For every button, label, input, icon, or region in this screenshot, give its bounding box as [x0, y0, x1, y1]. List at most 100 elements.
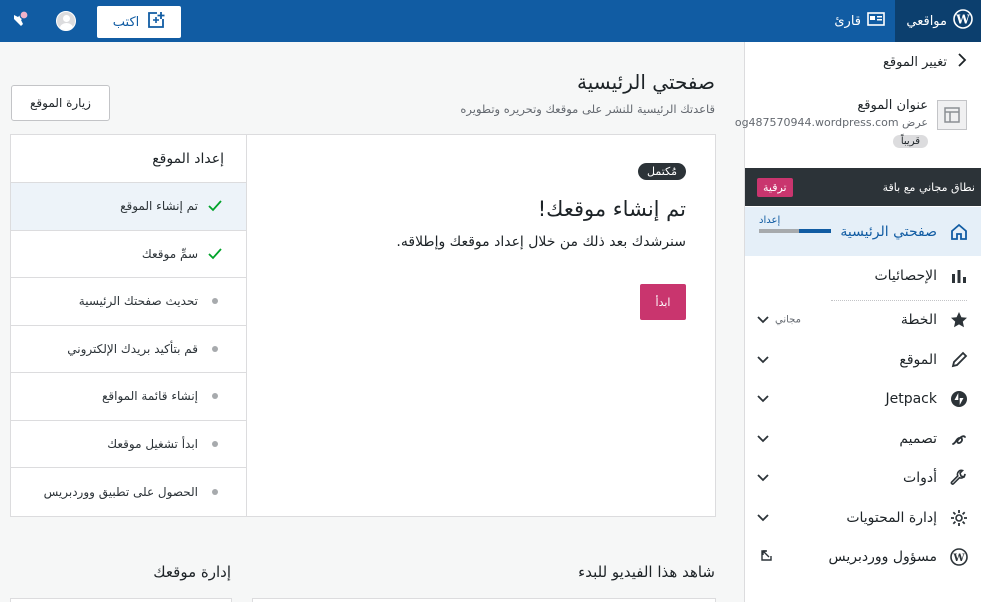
sidebar-item-site[interactable]: الموقع [745, 340, 981, 380]
chevron-down-icon [757, 470, 769, 486]
plan-banner[interactable]: نطاق مجاني مع باقة ترقية [745, 168, 981, 206]
bullet-icon [208, 345, 222, 352]
checklist-item-label: قم بتأكيد بريدك الإلكتروني [67, 341, 198, 356]
checklist-item-label: ابدأ تشغيل موقعك [107, 436, 198, 451]
home-icon [949, 222, 969, 242]
checklist-item[interactable]: ابدأ تشغيل موقعك [11, 421, 246, 468]
sidebar-item-manage[interactable]: إدارة المحتويات [745, 498, 981, 538]
wordpress-icon: W [949, 547, 969, 567]
stats-icon [949, 266, 969, 286]
sidebar-item-label: إدارة المحتويات [846, 509, 937, 526]
my-sites-label: مواقعي [906, 13, 947, 29]
sidebar-item-label: مسؤول ووردبريس [828, 549, 938, 566]
sidebar-item-my-home[interactable]: صفحتي الرئيسية إعداد [745, 207, 981, 256]
svg-text:W: W [955, 13, 970, 27]
sidebar-item-label: الإحصائيات [874, 267, 937, 284]
setup-progress-label: إعداد [759, 215, 781, 226]
pencil-icon [949, 350, 969, 370]
svg-text:W: W [952, 553, 965, 564]
setup-checklist: إعداد الموقع تم إنشاء الموقع سمِّ موقعك تح… [11, 135, 247, 516]
task-description: سنرشدك بعد ذلك من خلال إعداد موقعك وإطلا… [396, 234, 686, 250]
chevron-right-icon [957, 53, 967, 71]
gear-icon [949, 508, 969, 528]
bullet-icon [208, 440, 222, 447]
star-icon [949, 310, 969, 330]
reader-button[interactable]: قارئ [834, 0, 885, 42]
sidebar: تغيير الموقع عنوان الموقع عرض og48757094… [735, 42, 981, 602]
status-badge: قريباً [892, 135, 928, 148]
checklist-item-label: تم إنشاء الموقع [120, 199, 198, 214]
write-button[interactable]: اكتب [97, 6, 181, 38]
sidebar-item-jetpack[interactable]: Jetpack [745, 380, 981, 420]
plan-free-label: مجاني [775, 314, 801, 326]
checklist-item[interactable]: قم بتأكيد بريدك الإلكتروني [11, 326, 246, 373]
wordpress-logo-icon: W [953, 9, 973, 33]
page-title: صفحتي الرئيسية [577, 70, 715, 94]
write-label: اكتب [112, 14, 140, 30]
notifications-icon[interactable] [8, 10, 30, 32]
sidebar-item-stats[interactable]: الإحصائيات [745, 256, 981, 296]
sidebar-item-label: صفحتي الرئيسية [840, 223, 937, 240]
video-card [252, 598, 716, 602]
switch-site-button[interactable]: تغيير الموقع [745, 42, 981, 82]
setup-progress-fill [798, 229, 831, 233]
checkmark-icon [208, 248, 222, 260]
site-icon [937, 100, 967, 130]
sidebar-item-label: أدوات [903, 470, 937, 487]
new-post-icon [147, 11, 165, 33]
bullet-icon [208, 488, 222, 495]
task-card: مُكتمل تم إنشاء موقعك! سنرشدك بعد ذلك من… [247, 135, 715, 516]
upgrade-button[interactable]: ترقية [757, 177, 793, 197]
sidebar-item-label: Jetpack [885, 391, 937, 408]
checklist-item-label: إنشاء قائمة المواقع [102, 389, 198, 404]
chevron-down-icon [757, 312, 769, 328]
manage-card [10, 598, 232, 602]
jetpack-icon [949, 389, 969, 409]
my-sites-button[interactable]: مواقعي W [895, 0, 981, 42]
checklist-item[interactable]: تم إنشاء الموقع [11, 183, 246, 231]
site-url[interactable]: عرض og487570944.wordpress.com [735, 116, 928, 129]
chevron-down-icon [757, 391, 769, 407]
checklist-item[interactable]: إنشاء قائمة المواقع [11, 373, 246, 421]
top-bar: مواقعي W قارئ اكتب [0, 0, 981, 42]
site-title: عنوان الموقع [857, 98, 928, 113]
video-section-title: شاهد هذا الفيديو للبدء [578, 563, 715, 581]
status-badge: مُكتمل [638, 163, 686, 180]
plan-banner-text: نطاق مجاني مع باقة [882, 180, 975, 194]
reader-icon [867, 12, 885, 30]
chevron-down-icon [757, 352, 769, 368]
sidebar-item-tools[interactable]: أدوات [745, 459, 981, 499]
checklist-item-label: تحديث صفحتك الرئيسية [78, 294, 198, 309]
sidebar-item-design[interactable]: تصميم [745, 419, 981, 459]
page-subtitle: قاعدتك الرئيسية للنشر على موقعك وتحريره … [460, 102, 715, 116]
sidebar-item-wp-admin[interactable]: W مسؤول ووردبريس [745, 538, 981, 578]
switch-site-label: تغيير الموقع [883, 54, 947, 70]
reader-label: قارئ [834, 13, 861, 29]
checklist-item-label: سمِّ موقعك [141, 246, 198, 261]
checkmark-icon [208, 200, 222, 212]
sidebar-item-label: تصميم [899, 430, 937, 447]
checklist-item[interactable]: سمِّ موقعك [11, 231, 246, 278]
chevron-down-icon [757, 431, 769, 447]
task-title: تم إنشاء موقعك! [537, 197, 686, 221]
chevron-down-icon [757, 510, 769, 526]
setup-progress-track [759, 229, 831, 233]
checklist-item[interactable]: تحديث صفحتك الرئيسية [11, 278, 246, 326]
bullet-icon [208, 298, 222, 305]
setup-progress: إعداد [759, 215, 831, 233]
visit-site-button[interactable]: زيارة الموقع [11, 85, 110, 121]
start-button[interactable]: ابدأ [640, 284, 686, 320]
checklist-item[interactable]: الحصول على تطبيق ووردبريس [11, 468, 246, 516]
site-card[interactable]: عنوان الموقع عرض og487570944.wordpress.c… [735, 82, 981, 168]
checklist-item-label: الحصول على تطبيق ووردبريس [43, 484, 198, 499]
bullet-icon [208, 393, 222, 400]
site-setup-panel: إعداد الموقع تم إنشاء الموقع سمِّ موقعك تح… [10, 134, 716, 517]
checklist-title: إعداد الموقع [11, 135, 246, 183]
sidebar-nav: صفحتي الرئيسية إعداد الإحصائيات الخطة مج… [745, 207, 981, 577]
sidebar-item-plan[interactable]: الخطة مجاني [745, 301, 981, 341]
manage-section-title: إدارة موقعك [153, 563, 231, 581]
sidebar-item-label: الموقع [899, 351, 937, 368]
sidebar-item-label: الخطة [900, 312, 937, 329]
avatar[interactable] [56, 11, 76, 31]
wrench-icon [949, 468, 969, 488]
